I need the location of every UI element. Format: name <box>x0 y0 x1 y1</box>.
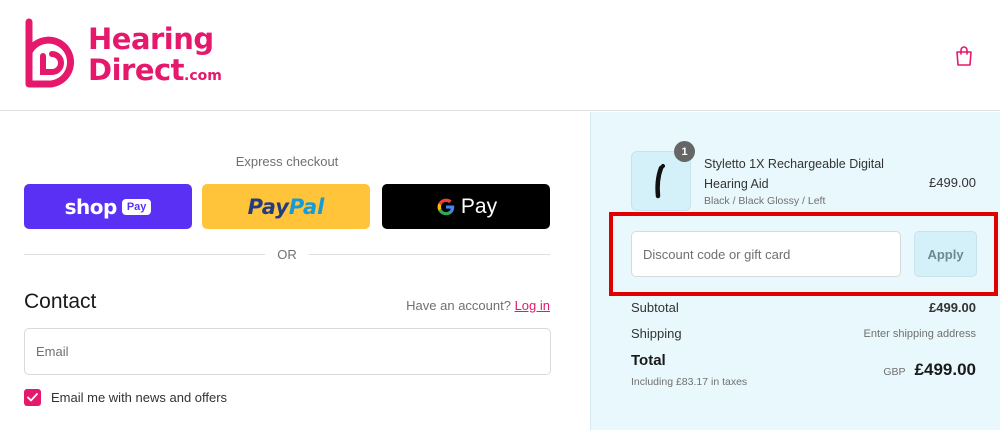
logo-line-1: Hearing <box>88 22 214 56</box>
logo-line-2: Direct.com <box>88 55 222 92</box>
order-summary: 1 Styletto 1X Rechargeable Digital Heari… <box>590 112 1000 430</box>
checkmark-icon <box>27 393 38 402</box>
apply-discount-button[interactable]: Apply <box>914 231 977 277</box>
shipping-label: Shipping <box>631 326 682 341</box>
email-field[interactable] <box>24 328 551 375</box>
quantity-badge: 1 <box>674 141 695 162</box>
product-price: £499.00 <box>929 175 976 190</box>
subtotal-label: Subtotal <box>631 300 679 315</box>
logo-mark-icon <box>25 18 74 88</box>
paypal-button[interactable]: PayPal <box>202 184 370 229</box>
total-value: £499.00 <box>914 360 976 379</box>
logo-suffix: .com <box>184 68 222 84</box>
tax-note: Including £83.17 in taxes <box>631 376 748 388</box>
discount-code-field[interactable] <box>631 231 901 277</box>
google-g-icon <box>437 198 455 215</box>
account-prompt: Have an account? Log in <box>406 298 550 313</box>
google-pay-button[interactable]: Pay <box>382 184 550 229</box>
divider-line-left <box>24 253 266 255</box>
or-divider: OR <box>24 246 550 262</box>
product-name: Styletto 1X Rechargeable Digital Hearing… <box>704 157 884 191</box>
checkout-main: Express checkout shop Pay PayPal Pay OR … <box>0 112 590 430</box>
login-link[interactable]: Log in <box>515 298 550 313</box>
account-prompt-text: Have an account? <box>406 298 511 313</box>
or-text: OR <box>277 246 297 262</box>
total-amount: GBP £499.00 <box>883 360 976 380</box>
express-checkout-label: Express checkout <box>235 154 339 169</box>
shop-pay-button[interactable]: shop Pay <box>24 184 192 229</box>
shop-pay-wordmark: shop <box>64 194 118 219</box>
newsletter-label: Email me with news and offers <box>51 390 228 405</box>
google-pay-word: Pay <box>460 194 498 218</box>
site-header: Hearing Direct.com <box>0 0 1000 111</box>
currency-code: GBP <box>883 366 906 378</box>
shopping-bag-icon[interactable] <box>953 45 975 67</box>
paypal-word-part-1: Pay <box>247 194 289 219</box>
logo-wordmark: Hearing Direct.com <box>88 24 222 92</box>
shipping-value: Enter shipping address <box>863 328 976 340</box>
product-variant: Black / Black Glossy / Left <box>704 195 826 207</box>
newsletter-checkbox-row[interactable]: Email me with news and offers <box>24 389 227 406</box>
shop-pay-pill: Pay <box>121 198 152 215</box>
google-pay-mark: Pay <box>435 195 497 219</box>
paypal-wordmark: PayPal <box>248 195 325 219</box>
total-label: Total <box>631 352 666 369</box>
logo-line-2-word: Direct <box>88 53 185 87</box>
contact-heading: Contact <box>24 290 97 313</box>
divider-line-right <box>308 253 550 255</box>
paypal-word-part-2: Pal <box>288 194 325 219</box>
hearing-direct-logo[interactable]: Hearing Direct.com <box>22 18 222 94</box>
subtotal-value: £499.00 <box>929 300 976 315</box>
newsletter-checkbox[interactable] <box>24 389 41 406</box>
